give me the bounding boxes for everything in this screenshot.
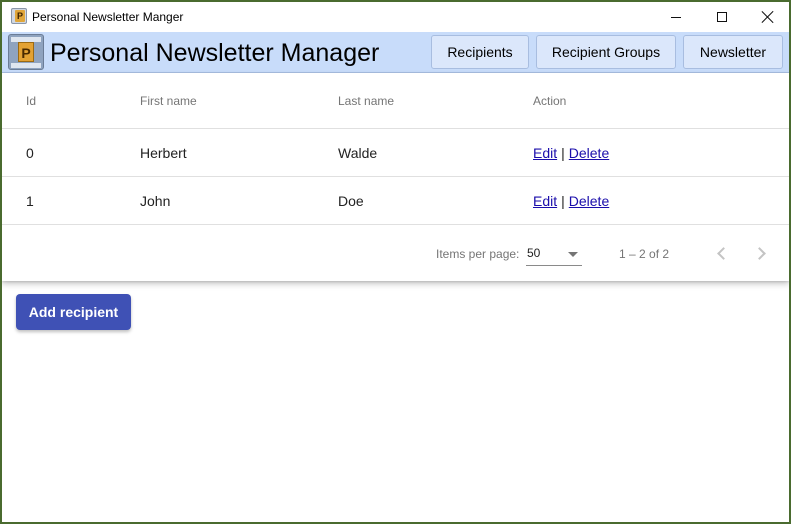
page-title: Personal Newsletter Manager (50, 39, 380, 67)
cell-id: 1 (26, 192, 34, 209)
cell-first-name: Herbert (140, 144, 187, 161)
cell-first-name: John (140, 192, 171, 209)
cell-last-name: Walde (338, 144, 378, 161)
table-row: 0 Herbert Walde Edit | Delete (2, 129, 789, 177)
table-row: 1 John Doe Edit | Delete (2, 177, 789, 225)
action-separator: | (561, 192, 565, 209)
items-per-page-label: Items per page: (436, 247, 520, 261)
page-range-label: 1 – 2 of 2 (619, 247, 670, 261)
close-button[interactable] (745, 2, 789, 32)
logo-letter: P (18, 42, 34, 62)
nav-recipient-groups-button[interactable]: Recipient Groups (536, 35, 676, 69)
chevron-right-icon (752, 246, 766, 260)
cell-action: Edit | Delete (533, 129, 609, 176)
title-bar: Personal Newsletter Manger (2, 2, 789, 32)
app-logo-icon: P (8, 34, 44, 70)
column-header-first-name[interactable]: First name (140, 73, 197, 128)
edit-link[interactable]: Edit (533, 145, 557, 161)
app-icon (11, 8, 27, 24)
items-per-page-value: 50 (527, 246, 541, 260)
table-header-row: Id First name Last name Action (2, 73, 789, 129)
action-separator: | (561, 144, 565, 161)
cell-last-name: Doe (338, 192, 364, 209)
close-icon (762, 11, 774, 23)
logo-foot (11, 63, 41, 68)
maximize-icon (717, 12, 727, 22)
delete-link[interactable]: Delete (569, 193, 609, 209)
column-header-id[interactable]: Id (26, 73, 36, 128)
recipients-table-card: Id First name Last name Action 0 Herbert… (2, 73, 789, 281)
minimize-button[interactable] (653, 2, 699, 32)
app-header: P Personal Newsletter Manager Recipients… (2, 32, 789, 73)
maximize-button[interactable] (699, 2, 745, 32)
dropdown-arrow-icon (568, 252, 578, 257)
app-window: Personal Newsletter Manger P Personal Ne… (0, 0, 791, 524)
column-header-last-name[interactable]: Last name (338, 73, 394, 128)
previous-page-button[interactable] (707, 239, 735, 267)
next-page-button[interactable] (747, 239, 775, 267)
chevron-left-icon (716, 246, 730, 260)
paginator: Items per page: 50 1 – 2 of 2 (2, 225, 789, 281)
cell-action: Edit | Delete (533, 177, 609, 224)
add-recipient-button[interactable]: Add recipient (16, 294, 131, 330)
cell-id: 0 (26, 144, 34, 161)
items-per-page-select[interactable]: 50 (526, 242, 582, 266)
edit-link[interactable]: Edit (533, 193, 557, 209)
delete-link[interactable]: Delete (569, 145, 609, 161)
nav-newsletter-button[interactable]: Newsletter (683, 35, 783, 69)
window-title: Personal Newsletter Manger (32, 10, 184, 24)
minimize-icon (671, 16, 681, 18)
nav-recipients-button[interactable]: Recipients (431, 35, 529, 69)
column-header-action: Action (533, 93, 567, 108)
